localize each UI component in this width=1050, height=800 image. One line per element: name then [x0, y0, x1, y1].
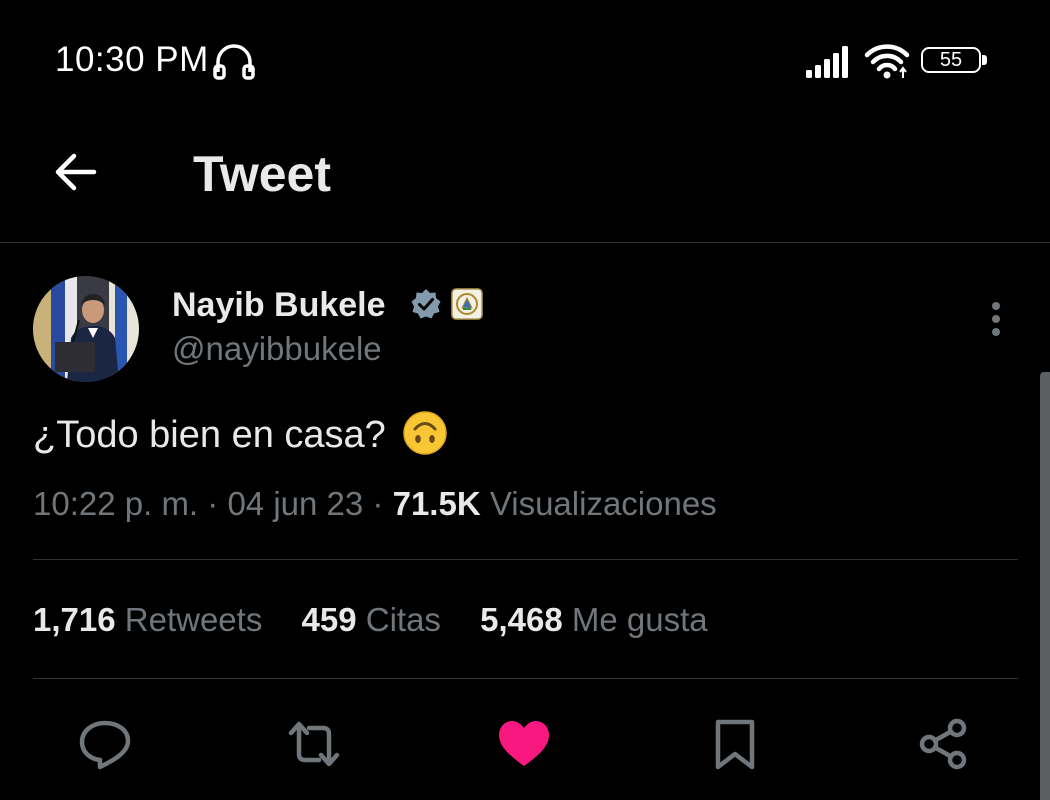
tweet-text-container: ¿Todo bien en casa?	[33, 411, 448, 460]
tweet-date: 04 jun 23	[227, 485, 364, 522]
quotes-count: 459	[301, 601, 357, 638]
views-label[interactable]: Visualizaciones	[490, 485, 717, 522]
upside-down-face-emoji-icon	[403, 411, 448, 455]
headset-icon	[213, 44, 255, 80]
divider	[33, 559, 1018, 560]
tweet-meta: 10:22 p. m. · 04 jun 23 · 71.5K Visualiz…	[33, 485, 717, 523]
tweet-stats: 1,716 Retweets 459 Citas 5,468 Me gusta	[33, 601, 738, 639]
retweets-stat[interactable]: 1,716 Retweets	[33, 601, 262, 638]
tweet-text: ¿Todo bien en casa?	[33, 414, 386, 457]
share-icon[interactable]	[917, 718, 971, 770]
more-options-icon[interactable]	[978, 298, 1014, 340]
battery-level: 55	[939, 49, 963, 71]
author-name[interactable]: Nayib Bukele	[172, 286, 386, 325]
wifi-icon	[864, 44, 910, 79]
avatar[interactable]	[33, 276, 139, 382]
retweets-label: Retweets	[124, 601, 263, 638]
retweet-icon[interactable]	[287, 718, 341, 770]
page-title: Tweet	[193, 146, 331, 202]
tweet-time: 10:22 p. m.	[33, 485, 199, 522]
retweets-count: 1,716	[33, 601, 116, 638]
scrollbar[interactable]	[1040, 372, 1050, 800]
quotes-stat[interactable]: 459 Citas	[302, 601, 441, 638]
quotes-label: Citas	[365, 601, 441, 638]
bookmark-icon[interactable]	[708, 718, 762, 770]
avatar-image	[33, 276, 139, 382]
government-seal-icon	[451, 288, 483, 320]
back-arrow-icon[interactable]	[50, 147, 100, 197]
like-icon[interactable]	[497, 718, 551, 770]
likes-count: 5,468	[480, 601, 563, 638]
top-bar: Tweet	[0, 125, 1050, 243]
divider	[33, 678, 1018, 679]
signal-icon	[806, 46, 848, 78]
meta-separator-2: ·	[372, 485, 384, 522]
meta-separator: ·	[207, 485, 219, 522]
status-bar: 10:30 PM 55	[0, 0, 1050, 125]
verified-badge-icon	[411, 289, 441, 319]
likes-label: Me gusta	[571, 601, 708, 638]
author-handle[interactable]: @nayibbukele	[172, 330, 382, 368]
likes-stat[interactable]: 5,468 Me gusta	[480, 601, 708, 638]
battery-icon: 55	[921, 47, 991, 77]
status-time: 10:30 PM	[55, 40, 209, 79]
views-count[interactable]: 71.5K	[393, 485, 481, 522]
reply-icon[interactable]	[78, 718, 132, 770]
